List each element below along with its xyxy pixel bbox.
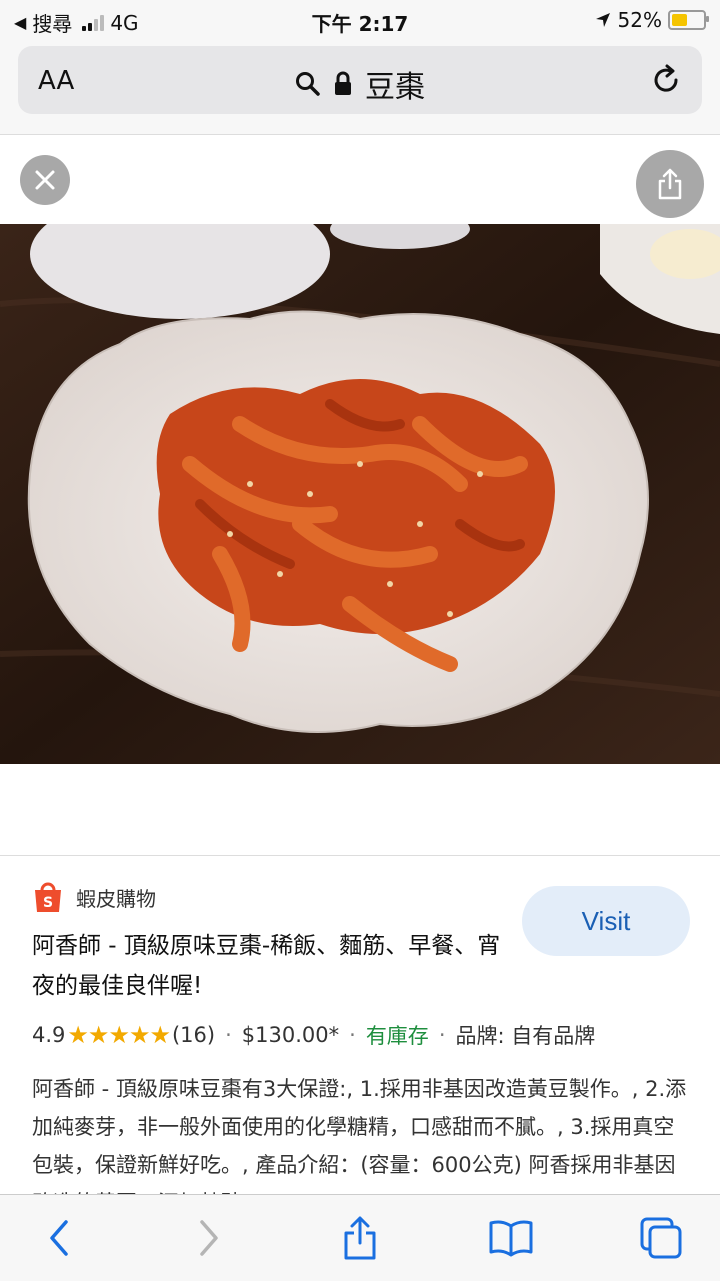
bookmarks-button[interactable] bbox=[486, 1213, 536, 1263]
battery-percent: 52% bbox=[617, 8, 662, 32]
chevron-left-icon bbox=[50, 1220, 68, 1256]
tabs-icon bbox=[640, 1217, 682, 1259]
review-count: (16) bbox=[171, 1023, 216, 1047]
divider bbox=[0, 855, 720, 856]
close-button[interactable] bbox=[20, 155, 70, 205]
price: $130.00* bbox=[241, 1023, 340, 1047]
back-button[interactable] bbox=[34, 1213, 84, 1263]
share-icon bbox=[344, 1216, 376, 1260]
rating-value: 4.9 bbox=[32, 1023, 66, 1047]
address-bar[interactable]: AA 豆棗 bbox=[18, 46, 702, 114]
chevron-right-icon bbox=[200, 1220, 218, 1256]
tabs-button[interactable] bbox=[636, 1213, 686, 1263]
shopee-bag-icon: S bbox=[35, 882, 61, 912]
search-icon bbox=[296, 72, 320, 96]
battery-icon bbox=[668, 10, 709, 30]
location-arrow-icon bbox=[595, 13, 610, 27]
share-icon bbox=[658, 168, 682, 200]
product-title[interactable]: 阿香師 - 頂級原味豆棗-稀飯、麵筋、早餐、宵夜的最佳良伴喔! bbox=[32, 926, 512, 1006]
rating-stars: ★★★★★ bbox=[67, 1021, 171, 1049]
close-icon bbox=[35, 170, 55, 190]
store-info: S 蝦皮購物 bbox=[32, 880, 156, 914]
book-icon bbox=[489, 1220, 533, 1257]
url-query: 豆棗 bbox=[365, 70, 425, 105]
svg-text:S: S bbox=[43, 895, 53, 911]
separator: · bbox=[225, 1023, 232, 1047]
visit-button[interactable]: Visit bbox=[522, 886, 690, 956]
product-description: 阿香師 - 頂級原味豆棗有3大保證:, 1.採用非基因改造黃豆製作。, 2.添加… bbox=[32, 1077, 687, 1194]
browser-toolbar bbox=[0, 1194, 720, 1281]
status-bar: ◀ 搜尋 4G 下午 2:17 52% bbox=[0, 0, 720, 40]
share-button[interactable] bbox=[636, 150, 704, 218]
lock-icon bbox=[335, 71, 351, 95]
store-name: 蝦皮購物 bbox=[76, 886, 156, 911]
forward-button[interactable] bbox=[184, 1213, 234, 1263]
product-meta: 4.9 ★★★★★ (16) · $130.00* · 有庫存 · 品牌: 自有… bbox=[32, 1020, 595, 1050]
product-image bbox=[0, 224, 720, 764]
share-page-button[interactable] bbox=[335, 1213, 385, 1263]
separator: · bbox=[438, 1023, 446, 1047]
separator: · bbox=[349, 1023, 356, 1047]
browser-header: AA 豆棗 bbox=[0, 40, 720, 135]
brand: 品牌: 自有品牌 bbox=[455, 1024, 596, 1048]
stock-status: 有庫存 bbox=[365, 1024, 429, 1048]
reload-icon[interactable] bbox=[648, 62, 684, 98]
